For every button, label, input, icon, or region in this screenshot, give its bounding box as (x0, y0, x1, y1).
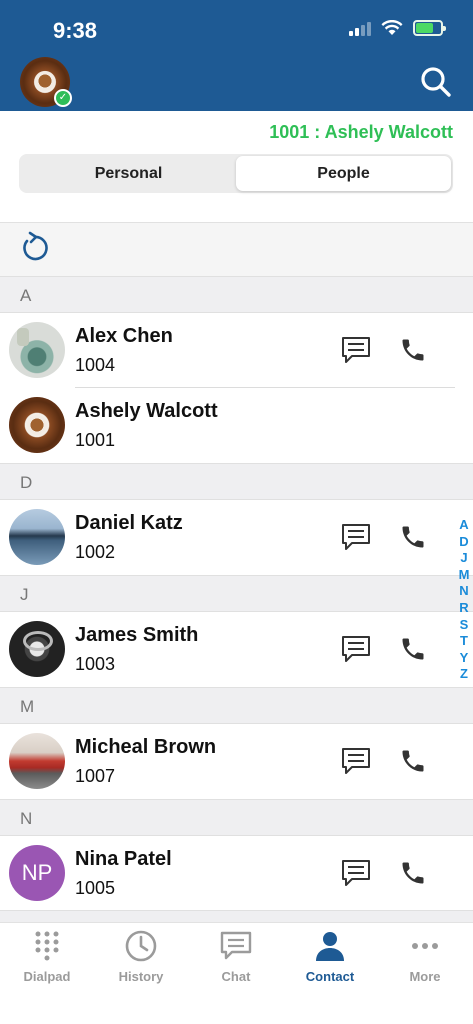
tab-label: More (409, 969, 441, 984)
avatar (9, 733, 65, 789)
wifi-icon (381, 20, 403, 35)
tab-contact[interactable]: Contact (283, 929, 377, 984)
current-account-label: 1001 : Ashely Walcott (269, 122, 453, 142)
contact-row-nina-patel[interactable]: NP Nina Patel 1005 (0, 836, 473, 911)
message-icon[interactable] (340, 634, 372, 664)
message-icon[interactable] (340, 746, 372, 776)
contact-name: James Smith (75, 624, 199, 646)
clock-icon (125, 930, 157, 962)
index-letter[interactable]: T (460, 633, 468, 650)
contact-extension: 1003 (75, 654, 116, 674)
contact-row-james-smith[interactable]: James Smith 1003 (0, 612, 473, 687)
tab-label: Contact (305, 969, 355, 984)
battery-charging-icon (413, 20, 446, 36)
alphabet-index[interactable]: A D J M N R S T Y Z (457, 517, 471, 683)
contact-extension: 1001 (75, 430, 116, 450)
contacts-segment-control: Personal People (19, 154, 453, 193)
index-letter[interactable]: Y (460, 650, 469, 667)
status-icons (349, 20, 446, 36)
tab-personal[interactable]: Personal (21, 156, 236, 191)
index-letter[interactable]: N (459, 583, 468, 600)
tab-label: Chat (221, 969, 251, 984)
index-letter[interactable]: R (459, 600, 468, 617)
avatar (9, 621, 65, 677)
tab-history[interactable]: History (94, 929, 188, 984)
search-icon[interactable] (420, 66, 452, 98)
section-header-a: A (0, 276, 473, 313)
contact-row-micheal-brown[interactable]: Micheal Brown 1007 (0, 724, 473, 799)
phone-icon[interactable] (399, 747, 427, 775)
section-letter: A (20, 286, 32, 305)
contact-extension: 1004 (75, 355, 116, 375)
section-header-d: D (0, 463, 473, 500)
index-letter[interactable]: Z (460, 666, 468, 683)
tab-chat[interactable]: Chat (189, 929, 283, 984)
contact-row-alex-chen[interactable]: Alex Chen 1004 (0, 313, 473, 388)
tab-label: History (118, 969, 164, 984)
status-time: 9:38 (53, 18, 98, 43)
refresh-bar (0, 222, 473, 277)
phone-icon[interactable] (399, 523, 427, 551)
phone-icon[interactable] (399, 635, 427, 663)
message-icon[interactable] (340, 522, 372, 552)
contact-name: Nina Patel (75, 848, 172, 870)
message-icon[interactable] (340, 335, 372, 365)
contact-row-daniel-katz[interactable]: Daniel Katz 1002 (0, 500, 473, 575)
index-letter[interactable]: D (459, 534, 468, 551)
section-letter: N (20, 809, 33, 828)
person-icon (316, 932, 344, 961)
app-header: 9:38 ✓ (0, 0, 473, 111)
contact-extension: 1005 (75, 878, 116, 898)
contact-extension: 1007 (75, 766, 116, 786)
avatar (9, 509, 65, 565)
cellular-signal-icon (349, 20, 371, 36)
index-letter[interactable]: M (459, 567, 470, 584)
avatar (9, 322, 65, 378)
section-header-n: N (0, 799, 473, 836)
index-letter[interactable]: J (460, 550, 467, 567)
section-header-partial (0, 910, 473, 922)
more-icon (412, 943, 438, 949)
index-letter[interactable]: A (459, 517, 468, 534)
avatar-initials: NP (9, 845, 65, 901)
phone-icon[interactable] (399, 859, 427, 887)
section-header-m: M (0, 687, 473, 724)
contact-name: Micheal Brown (75, 736, 217, 758)
refresh-icon[interactable] (18, 231, 52, 265)
contact-name: Ashely Walcott (75, 400, 218, 422)
section-letter: M (20, 697, 35, 716)
index-letter[interactable]: S (460, 617, 469, 634)
chat-icon (220, 931, 252, 960)
section-header-j: J (0, 575, 473, 612)
contact-name: Alex Chen (75, 325, 173, 347)
dialpad-icon (35, 931, 59, 961)
tab-dialpad[interactable]: Dialpad (0, 929, 94, 984)
avatar (9, 397, 65, 453)
tab-more[interactable]: More (378, 929, 472, 984)
section-letter: D (20, 473, 33, 492)
contact-extension: 1002 (75, 542, 116, 562)
contact-row-ashely-walcott[interactable]: Ashely Walcott 1001 (0, 388, 473, 463)
section-letter: J (20, 585, 29, 604)
online-status-icon: ✓ (54, 89, 72, 107)
my-profile-avatar[interactable]: ✓ (20, 57, 72, 107)
bottom-tab-bar: Dialpad History Chat Contact More (0, 922, 473, 1024)
tab-label: Dialpad (23, 969, 71, 984)
contact-name: Daniel Katz (75, 512, 183, 534)
message-icon[interactable] (340, 858, 372, 888)
phone-icon[interactable] (399, 336, 427, 364)
tab-people[interactable]: People (236, 156, 451, 191)
